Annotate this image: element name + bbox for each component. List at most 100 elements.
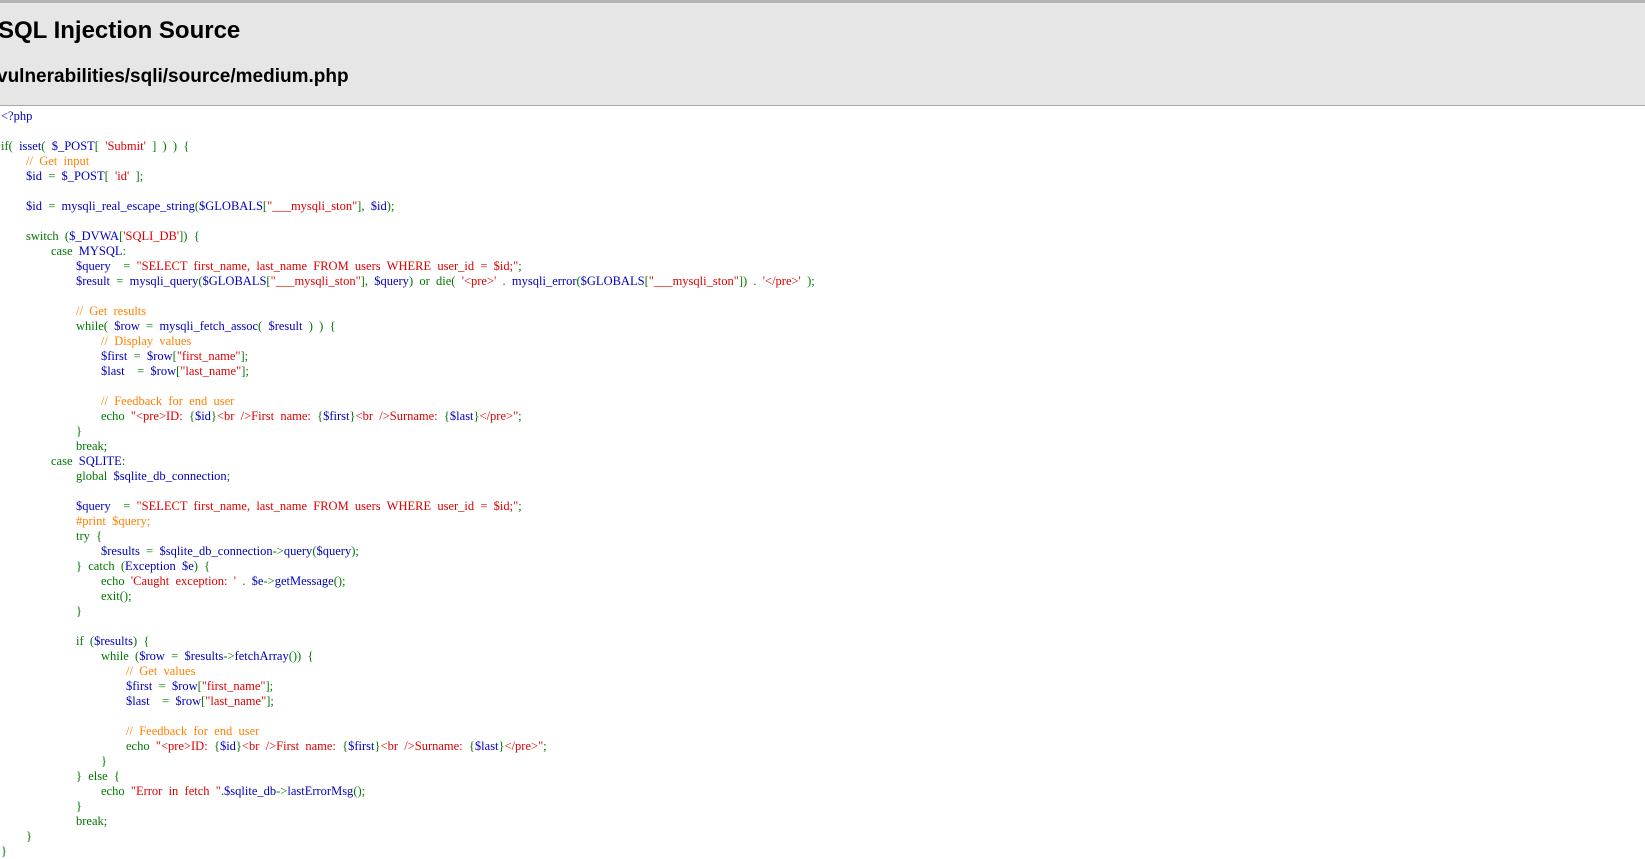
code-token-string: "last_name" [180,364,242,378]
page-header: SQL Injection Source vulnerabilities/sql… [0,0,1645,106]
code-line: } [1,829,1641,844]
code-token-keyword: ]; [240,349,249,363]
code-line: while ($row = $results->fetchArray()) { [1,649,1641,664]
code-token-default: $last [474,739,499,753]
code-token-keyword: [ [94,139,106,153]
code-token-keyword: ], [357,199,371,213]
code-token-keyword: = [158,679,172,693]
code-token-keyword: (); [353,784,366,798]
code-token-keyword: ()) { [288,649,314,663]
code-token-keyword: global [1,469,114,483]
code-token-string: <br />First name: [216,409,318,423]
code-token-keyword: echo [1,739,156,753]
code-token-keyword: ; [518,409,522,423]
code-line: } else { [1,769,1641,784]
code-token-keyword: ], [360,274,375,288]
code-token-default: $query [316,544,352,558]
code-token-keyword: = [48,169,62,183]
code-token-default: $_DVWA [69,229,120,243]
code-line: // Feedback for end user [1,724,1641,739]
code-token-keyword: = [123,259,137,273]
code-token-keyword: = [146,319,160,333]
code-token-keyword: ]) . [738,274,763,288]
code-token-default: $e [251,574,264,588]
code-token-keyword: : [121,454,126,468]
code-token-keyword: ) { [132,634,150,648]
code-token-string: 'Caught exception: ' [130,574,243,588]
code-line: } [1,424,1641,439]
code-line: case SQLITE: [1,454,1641,469]
code-token-keyword: -> [263,574,275,588]
code-token-default: $row [146,349,173,363]
code-token-keyword: echo [1,784,131,798]
code-token-default: $results [101,544,147,558]
code-line: // Feedback for end user [1,394,1641,409]
code-token-default: mysqli_error [511,274,577,288]
code-line: break; [1,814,1641,829]
code-token-string: <br />Surname: [380,739,469,753]
code-token-default: $last [126,694,163,708]
code-token-keyword: if ( [1,634,95,648]
code-token-keyword: ]) { [179,229,200,243]
code-token-keyword [1,664,126,678]
code-line: exit(); [1,589,1641,604]
code-token-string: 'id' [115,169,130,183]
code-token-keyword: ); [386,199,395,213]
code-token-keyword [1,514,76,528]
code-token-default: $row [139,649,172,663]
code-token-keyword: exit(); [1,589,132,603]
code-line: $id = mysqli_real_escape_string($GLOBALS… [1,199,1641,214]
code-line: echo "<pre>ID: {$id}<br />First name: {$… [1,739,1641,754]
code-line: } catch (Exception $e) { [1,559,1641,574]
code-token-keyword [1,724,126,738]
code-token-keyword: } [1,844,7,858]
code-token-default: isset [19,139,42,153]
code-token-default: $row [150,364,177,378]
code-token-default: mysqli_fetch_assoc [159,319,259,333]
code-token-comment: #print $query; [76,514,151,528]
code-token-keyword: try { [1,529,103,543]
code-token-keyword: : [122,244,127,258]
code-token-comment: // Get results [76,304,147,318]
source-file-path: vulnerabilities/sqli/source/medium.php [0,66,349,87]
code-token-default: $row [171,679,198,693]
code-line: // Get results [1,304,1641,319]
code-token-default: $sqlite_db [224,784,277,798]
code-token-default: $_POST [51,139,95,153]
code-token-string: "___mysqli_ston" [270,274,361,288]
code-line: } [1,799,1641,814]
code-token-string: "first_name" [201,679,266,693]
code-token-string: "<pre>ID: [130,409,189,423]
code-token-keyword [1,304,76,318]
code-token-default: SQLITE [78,454,122,468]
code-token-keyword [1,499,76,513]
code-token-keyword: ( [258,319,269,333]
code-token-default: $row [114,319,147,333]
code-line: case MYSQL: [1,244,1641,259]
code-line: // Get input [1,154,1641,169]
code-token-keyword: ]; [129,169,144,183]
code-token-default: $result [268,319,309,333]
code-line: echo "<pre>ID: {$id}<br />First name: {$… [1,409,1641,424]
code-token-keyword: -> [223,649,235,663]
code-token-default: $last [449,409,474,423]
code-token-default: $GLOBALS [199,199,263,213]
code-token-keyword: ]; [265,679,274,693]
code-token-keyword [1,349,101,363]
code-token-default: $id [219,739,236,753]
code-token-keyword [1,199,26,213]
code-token-keyword: = [146,544,160,558]
code-line: global $sqlite_db_connection; [1,469,1641,484]
code-token-keyword: } catch ( [1,559,126,573]
code-line: } [1,604,1641,619]
code-token-keyword [1,259,76,273]
code-token-default: $results [184,649,224,663]
code-line: echo "Error in fetch ".$sqlite_db->lastE… [1,784,1641,799]
code-token-default: $_POST [61,169,105,183]
code-line: $first = $row["first_name"]; [1,349,1641,364]
code-token-keyword: while ( [1,649,140,663]
code-token-keyword: [ [104,169,116,183]
